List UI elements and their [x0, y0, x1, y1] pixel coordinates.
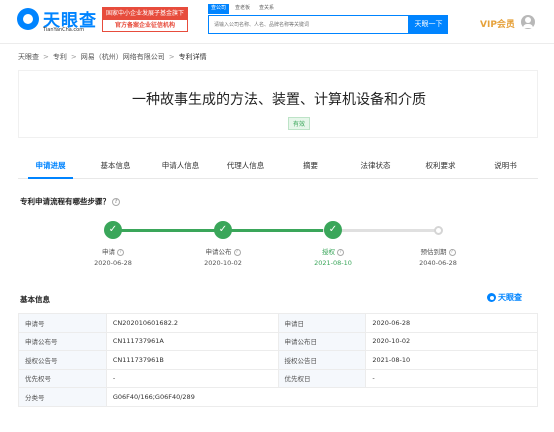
eye-logo-icon — [17, 8, 39, 30]
breadcrumb-separator: > — [43, 53, 49, 61]
search-button[interactable]: 天眼一下 — [409, 15, 448, 34]
breadcrumb-home[interactable]: 天眼查 — [18, 52, 39, 62]
user-avatar-icon[interactable] — [521, 15, 535, 29]
tab-claims[interactable]: 权利要求 — [408, 153, 473, 178]
search-tab-boss[interactable]: 查老板 — [232, 4, 253, 14]
basic-info-table: 申请号 CN202010601682.2 申请日 2020-06-28 申请公布… — [18, 313, 539, 407]
badge-line-1: 国家中小企业发展子基金旗下 — [103, 8, 187, 20]
field-value: 2020-06-28 — [365, 313, 538, 333]
tab-description[interactable]: 说明书 — [473, 153, 538, 178]
badge-line-2: 官方备案企业征信机构 — [114, 22, 175, 29]
breadcrumb-separator: > — [168, 53, 175, 61]
table-row: 申请公布号 CN111737961A 申请公布日 2020-10-02 — [18, 331, 538, 351]
step-date-grant: 2021-08-10 — [314, 259, 352, 267]
tab-basic-info[interactable]: 基本信息 — [83, 153, 148, 178]
question-mark-icon[interactable]: ? — [448, 248, 456, 256]
field-value: 2020-10-02 — [365, 331, 538, 351]
field-value: - — [365, 368, 538, 388]
breadcrumb-separator: > — [70, 53, 77, 61]
check-icon: ✓ — [214, 221, 232, 239]
search-tab-relation[interactable]: 查关系 — [256, 4, 277, 14]
field-label: 优先权日 — [277, 368, 367, 388]
question-mark-icon[interactable]: ? — [337, 248, 344, 256]
question-mark-icon[interactable]: ? — [233, 248, 241, 256]
field-value: CN202010601682.2 — [105, 313, 279, 333]
tab-agent-info[interactable]: 代理人信息 — [213, 153, 278, 178]
detail-tabs: 申请进展 基本信息 申请人信息 代理人信息 摘要 法律状态 权利要求 说明书 — [18, 153, 538, 179]
tab-legal-status[interactable]: 法律状态 — [343, 153, 408, 178]
page: 天眼查 TianYanCha.com 国家中小企业发展子基金旗下 官方备案企业征… — [0, 0, 554, 432]
pending-step-icon — [434, 226, 443, 235]
process-question-text: 专利申请流程有哪些步骤？ — [20, 197, 110, 206]
step-label-text: 申请 — [102, 248, 115, 256]
table-row: 分类号 G06F40/166;G06F40/289 — [18, 387, 539, 407]
field-label: 授权公告日 — [277, 350, 367, 370]
field-value: CN111737961B — [105, 350, 279, 370]
field-label: 申请公布日 — [277, 331, 367, 351]
step-label-text: 申请公布 — [205, 248, 232, 256]
field-label: 优先权号 — [18, 368, 107, 388]
field-label: 分类号 — [18, 387, 107, 407]
patent-title: 一种故事生成的方法、装置、计算机设备和介质 — [132, 92, 426, 108]
breadcrumb-current: 专利详情 — [178, 53, 207, 61]
table-row: 申请号 CN202010601682.2 申请日 2020-06-28 — [18, 313, 538, 333]
search-type-tabs: 查公司 查老板 查关系 — [208, 4, 277, 14]
watermark-logo-text: 天眼查 — [498, 293, 522, 302]
step-label-apply: 申请? — [68, 246, 158, 256]
tianyancha-watermark-logo: 天眼查 — [487, 292, 537, 304]
step-label-publish: 申请公布? — [178, 246, 268, 256]
tab-application-progress[interactable]: 申请进展 — [18, 153, 83, 179]
tab-abstract[interactable]: 摘要 — [278, 153, 343, 178]
breadcrumb-patent[interactable]: 专利 — [53, 52, 67, 62]
field-label: 申请号 — [18, 313, 107, 333]
step-label-expiry: 预估到期? — [393, 246, 483, 256]
step-label-text: 预估到期 — [420, 248, 447, 256]
question-mark-icon[interactable]: ? — [117, 248, 124, 256]
step-date-publish: 2020-10-02 — [204, 259, 242, 267]
process-question[interactable]: 专利申请流程有哪些步骤？? — [20, 196, 120, 207]
step-date-expiry: 2040-06-28 — [419, 259, 457, 267]
search-input[interactable] — [208, 15, 409, 34]
question-mark-icon[interactable]: ? — [112, 198, 120, 206]
top-header: 天眼查 TianYanCha.com 国家中小企业发展子基金旗下 官方备案企业征… — [0, 0, 554, 44]
basic-info-heading: 基本信息 — [20, 295, 50, 304]
field-label: 申请日 — [277, 313, 367, 333]
progress-timeline: ✓ ✓ ✓ 申请? 申请公布? 授权? 预估到期? 2020-06-28 202… — [18, 215, 538, 275]
official-badge: 国家中小企业发展子基金旗下 官方备案企业征信机构 — [102, 7, 188, 32]
check-icon: ✓ — [324, 221, 342, 239]
field-value: 2021-08-10 — [365, 350, 538, 370]
chevron-down-icon[interactable]: ▾ — [509, 18, 513, 26]
check-icon: ✓ — [104, 221, 122, 239]
tab-applicant-info[interactable]: 申请人信息 — [148, 153, 213, 178]
status-badge: 有效 — [288, 117, 311, 130]
field-label: 授权公告号 — [18, 350, 107, 370]
logo-subtext: TianYanCha.com — [43, 27, 85, 33]
eye-logo-icon — [487, 293, 496, 302]
patent-title-card: 一种故事生成的方法、装置、计算机设备和介质 有效 — [18, 70, 538, 138]
breadcrumb-company[interactable]: 网易（杭州）网络有限公司 — [81, 52, 165, 62]
step-label-grant: 授权? — [288, 246, 378, 256]
field-value: CN111737961A — [105, 331, 279, 351]
breadcrumb: 天眼查 > 专利 > 网易（杭州）网络有限公司 > 专利详情 — [18, 52, 207, 62]
step-date-apply: 2020-06-28 — [94, 259, 132, 267]
table-row: 优先权号 - 优先权日 - — [18, 368, 538, 388]
field-value: - — [105, 368, 279, 388]
table-row: 授权公告号 CN111737961B 授权公告日 2021-08-10 — [18, 350, 538, 370]
step-label-text: 授权 — [322, 248, 335, 256]
field-value: G06F40/166;G06F40/289 — [105, 387, 539, 407]
field-label: 申请公布号 — [18, 331, 107, 351]
search-tab-company[interactable]: 查公司 — [208, 4, 230, 14]
